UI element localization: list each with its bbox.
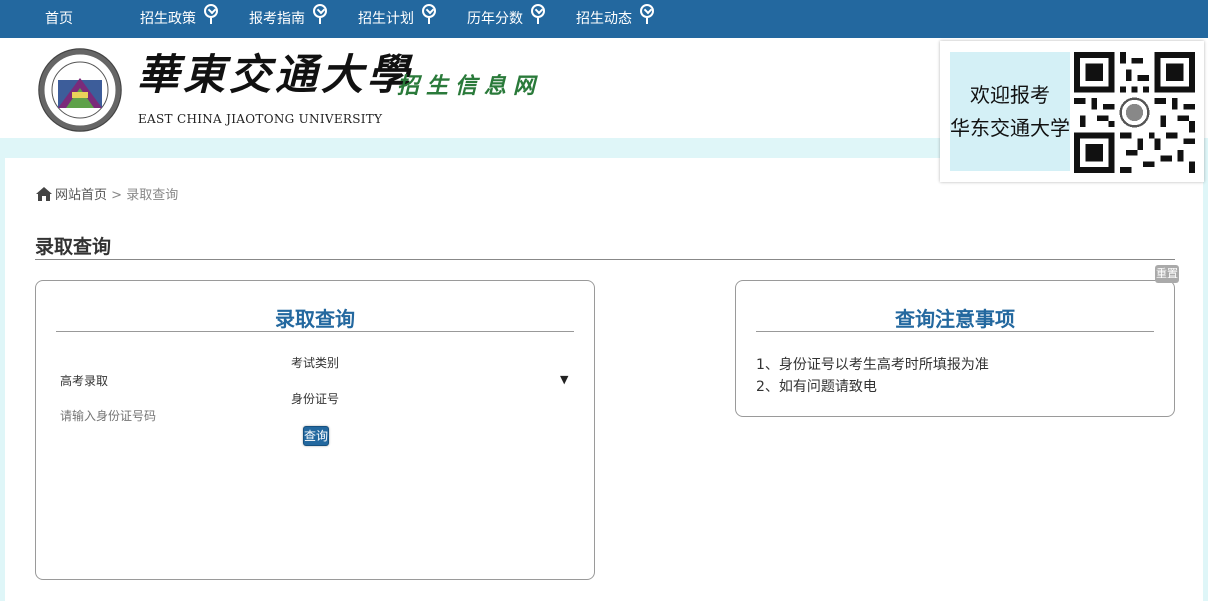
chevron-down-icon: [640, 4, 654, 18]
nav-home[interactable]: 首页: [45, 0, 73, 38]
chevron-tail: [646, 18, 648, 24]
chevron-tail: [428, 18, 430, 24]
reset-button[interactable]: 重置: [1155, 265, 1179, 283]
breadcrumb: 网站首页 > 录取查询: [35, 184, 178, 203]
breadcrumb-home-link[interactable]: 网站首页: [55, 188, 107, 203]
nav-item-label: 招生动态: [576, 11, 632, 27]
qr-popup: 欢迎报考 华东交通大学: [940, 41, 1204, 182]
breadcrumb-separator: >: [107, 188, 127, 203]
chevron-tail: [537, 18, 539, 24]
query-panel-divider: [56, 331, 574, 332]
exam-type-selected: 高考录取: [60, 374, 109, 388]
id-number-input[interactable]: [58, 406, 260, 426]
query-panel: 录取查询 考试类别 高考录取 ▼ 身份证号 查询: [35, 280, 595, 580]
nav-item-label: 历年分数: [467, 11, 523, 27]
id-number-label: 身份证号: [291, 392, 340, 406]
notice-panel-divider: [756, 331, 1154, 332]
query-button[interactable]: 查询: [303, 426, 329, 446]
nav-item-guide[interactable]: 报考指南: [249, 0, 327, 38]
top-nav: 首页 招生政策 报考指南 招生计划 历年分数 招生动态: [0, 0, 1208, 38]
notice-panel: 查询注意事项 1、身份证号以考生高考时所填报为准 2、如有问题请致电: [735, 280, 1175, 417]
page-title: 录取查询: [35, 236, 112, 258]
nav-item-label: 招生计划: [358, 11, 414, 27]
nav-item-label: 报考指南: [249, 11, 305, 27]
breadcrumb-current: 录取查询: [126, 188, 179, 203]
exam-type-select[interactable]: 高考录取 ▼: [58, 369, 570, 391]
chevron-down-icon: [422, 4, 436, 18]
university-logo[interactable]: [38, 48, 122, 132]
notice-panel-title: 查询注意事项: [895, 307, 1015, 331]
qr-caption: 欢迎报考 华东交通大学: [950, 52, 1070, 171]
chevron-down-icon: [204, 4, 218, 18]
brand-name-cn: 華東交通大學: [137, 50, 414, 99]
nav-item-policy[interactable]: 招生政策: [140, 0, 218, 38]
site-subtitle: 招生信息网: [397, 73, 543, 99]
chevron-down-icon: [531, 4, 545, 18]
nav-item-plan[interactable]: 招生计划: [358, 0, 436, 38]
brand-name-en: EAST CHINA JIAOTONG UNIVERSITY: [138, 112, 383, 126]
query-panel-title: 录取查询: [275, 307, 355, 331]
qr-code-image: [1074, 52, 1195, 173]
nav-item-news[interactable]: 招生动态: [576, 0, 654, 38]
title-divider: [35, 259, 1175, 260]
qr-caption-line2: 华东交通大学: [950, 115, 1070, 140]
home-icon: [36, 187, 52, 201]
qr-caption-line1: 欢迎报考: [970, 82, 1050, 107]
chevron-tail: [210, 18, 212, 24]
main-content: 网站首页 > 录取查询 录取查询 录取查询 考试类别 高考录取 ▼ 身份证号 查…: [5, 158, 1203, 601]
nav-item-scores[interactable]: 历年分数: [467, 0, 545, 38]
chevron-down-icon: [313, 4, 327, 18]
notice-item: 1、身份证号以考生高考时所填报为准: [756, 357, 989, 373]
chevron-down-icon: ▼: [560, 373, 569, 386]
notice-item: 2、如有问题请致电: [756, 379, 877, 395]
chevron-tail: [319, 18, 321, 24]
nav-item-label: 招生政策: [140, 11, 196, 27]
